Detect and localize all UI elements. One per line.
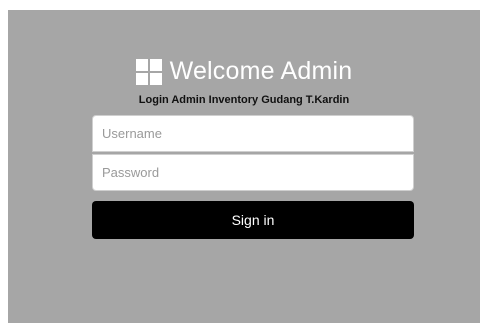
username-input[interactable]	[92, 115, 414, 152]
logo-square	[135, 58, 148, 71]
password-input[interactable]	[92, 154, 414, 191]
logo-square	[149, 58, 162, 71]
sign-in-button[interactable]: Sign in	[92, 201, 414, 239]
login-panel: Welcome Admin Login Admin Inventory Guda…	[8, 10, 480, 323]
logo-square	[135, 72, 148, 85]
page-title: Welcome Admin	[169, 57, 353, 85]
logo-square	[149, 72, 162, 85]
login-header: Welcome Admin	[8, 57, 480, 86]
windows-grid-icon	[135, 58, 162, 85]
page-subtitle: Login Admin Inventory Gudang T.Kardin	[138, 94, 350, 106]
